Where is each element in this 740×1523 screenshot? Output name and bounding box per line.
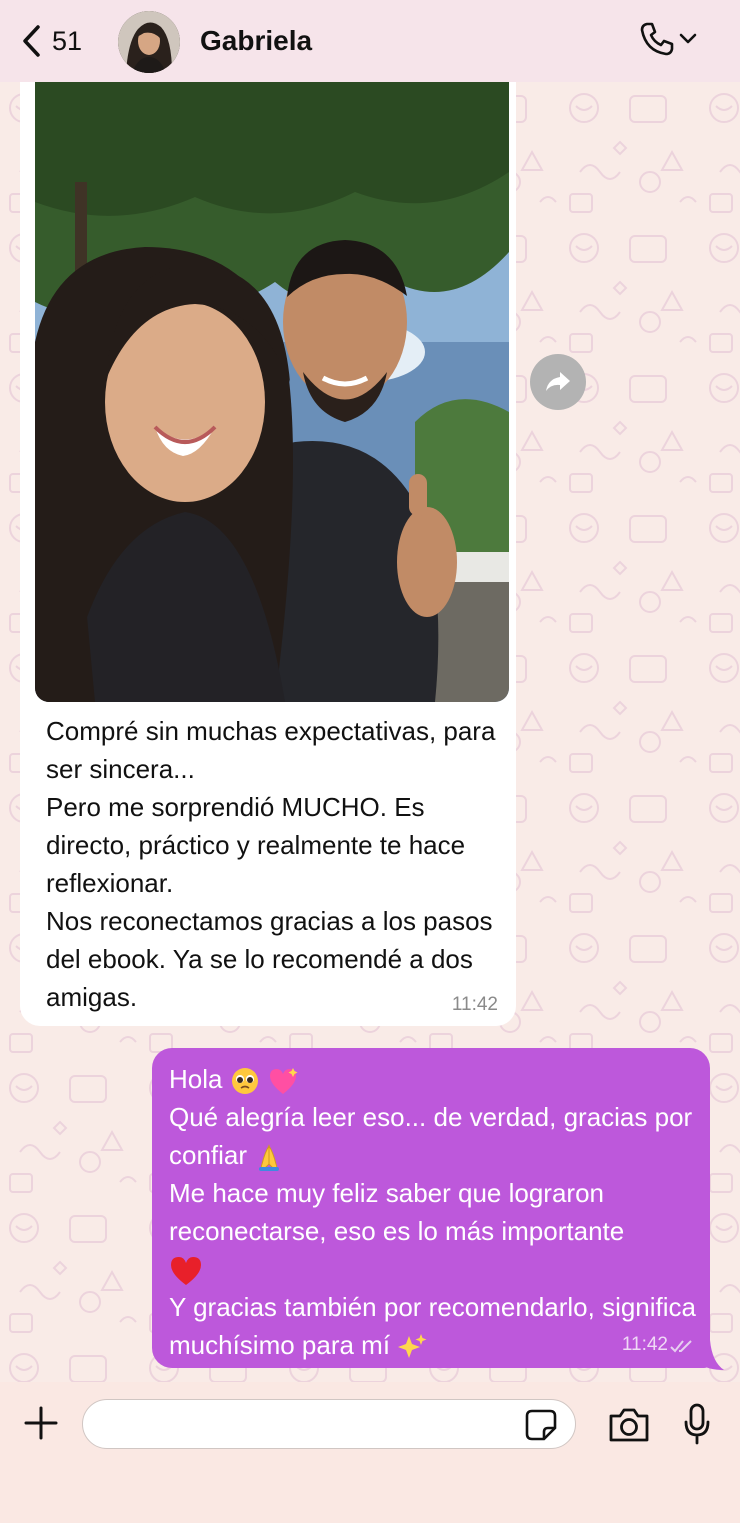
message-timestamp: 11:42: [451, 994, 498, 1015]
chat-header: 51 Gabriela: [0, 0, 740, 82]
sparkles-icon: [398, 1334, 427, 1359]
unread-count: 51: [52, 25, 83, 56]
message-line: Me hace muy feliz saber que lograron rec…: [169, 1178, 625, 1246]
voice-message-button[interactable]: [683, 1402, 711, 1451]
sticker-icon: [525, 1409, 557, 1441]
message-line: Pero me sorprendió MUCHO. Es directo, pr…: [46, 792, 466, 898]
chevron-down-icon: [679, 33, 697, 44]
incoming-message-text: Compré sin muchas expectativas, para ser…: [46, 712, 506, 1016]
outgoing-message-text: Hola Qué alegría leer eso... de verdad, …: [169, 1060, 699, 1364]
pleading-face-icon: [231, 1068, 258, 1095]
chat-area[interactable]: Compré sin muchas expectativas, para ser…: [0, 82, 740, 1382]
folded-hands-icon: [259, 1144, 280, 1172]
double-check-icon: [670, 1340, 692, 1353]
bubble-tail: [700, 1340, 724, 1370]
red-heart-icon: [171, 1257, 201, 1286]
avatar[interactable]: [118, 11, 180, 73]
message-line: Compré sin muchas expectativas, para ser…: [46, 716, 496, 784]
attach-button[interactable]: [22, 1404, 60, 1447]
contact-name[interactable]: Gabriela: [200, 25, 312, 57]
message-line: Qué alegría leer eso... de verdad, graci…: [169, 1102, 693, 1170]
message-timestamp: 11:42: [621, 1334, 668, 1355]
message-line: Nos reconectamos gracias a los pasos del…: [46, 906, 493, 1012]
sparkling-heart-icon: [269, 1068, 298, 1095]
message-composer: [0, 1382, 740, 1523]
call-button[interactable]: [638, 20, 698, 58]
message-input[interactable]: [82, 1399, 576, 1449]
shared-photo[interactable]: [35, 82, 509, 702]
forward-icon: [546, 372, 570, 391]
back-button[interactable]: 51: [20, 24, 82, 58]
camera-icon: [609, 1408, 649, 1442]
sticker-button[interactable]: [524, 1408, 558, 1447]
chevron-left-icon: [23, 25, 40, 57]
phone-icon: [640, 22, 674, 56]
message-line: Hola: [169, 1064, 223, 1094]
microphone-icon: [684, 1403, 710, 1445]
message-line: Y gracias también por recomendarlo, sign…: [169, 1292, 697, 1360]
incoming-message[interactable]: Compré sin muchas expectativas, para ser…: [20, 82, 516, 1026]
camera-button[interactable]: [607, 1407, 651, 1448]
forward-button[interactable]: [530, 354, 586, 410]
plus-icon: [24, 1406, 58, 1440]
outgoing-message[interactable]: Hola Qué alegría leer eso... de verdad, …: [152, 1048, 710, 1368]
